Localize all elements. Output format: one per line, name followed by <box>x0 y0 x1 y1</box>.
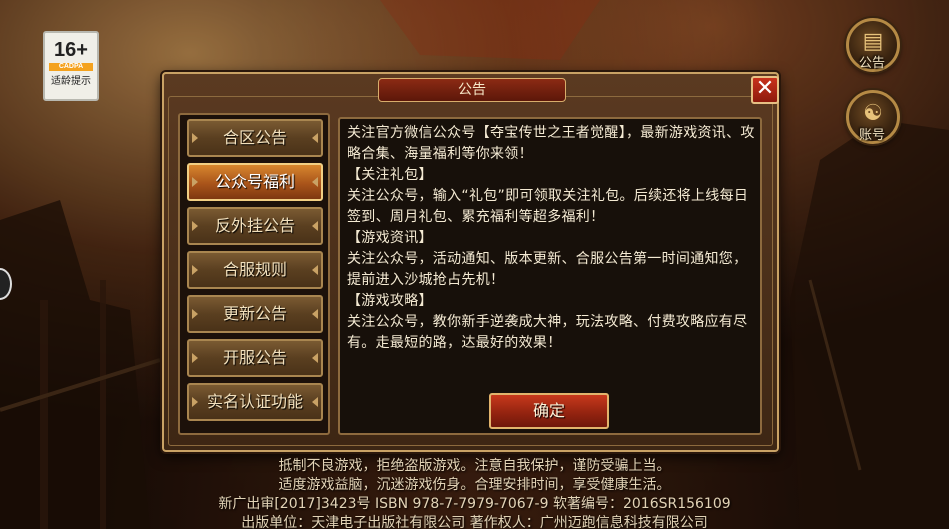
confirm-button[interactable]: 确定 <box>489 393 609 429</box>
content-heading: 【游戏攻略】 <box>347 293 433 309</box>
notice-button-label: 公告 <box>858 56 885 71</box>
tab-anti-cheat-notice[interactable]: 反外挂公告 <box>187 207 323 245</box>
dialog-title: 公告 <box>378 78 566 102</box>
edge-float-icon[interactable] <box>0 268 12 300</box>
footer-line: 出版单位：天津电子出版社有限公司 著作权人：广州迈跑信息科技有限公司 <box>241 515 708 529</box>
content-paragraph: 关注公众号，输入“礼包”即可领取关注礼包。后续还将上线每日签到、周月礼包、累充福… <box>347 188 749 225</box>
tab-list: 合区公告 公众号福利 反外挂公告 合服规则 更新公告 开服公告 实名认证功能 <box>178 113 330 435</box>
tab-update-notice[interactable]: 更新公告 <box>187 295 323 333</box>
content-paragraph: 关注官方微信公众号【夺宝传世之王者觉醒】，最新游戏资讯、攻略合集、海量福利等你来… <box>347 125 755 162</box>
content-heading: 【游戏资讯】 <box>347 230 433 246</box>
announcement-content: 关注官方微信公众号【夺宝传世之王者觉醒】，最新游戏资讯、攻略合集、海量福利等你来… <box>347 123 757 354</box>
account-button-label: 账号 <box>858 128 885 143</box>
footer-line: 适度游戏益脑，沉迷游戏伤身。合理安排时间，享受健康生活。 <box>278 477 671 493</box>
age-rating-tip: 适龄提示 <box>51 76 91 87</box>
close-button[interactable]: ✕ <box>751 76 779 104</box>
content-heading: 【关注礼包】 <box>347 167 433 183</box>
account-icon: ☯ <box>863 101 883 126</box>
legal-footer: 抵制不良游戏，拒绝盗版游戏。注意自我保护，谨防受骗上当。 适度游戏益脑，沉迷游戏… <box>0 457 949 529</box>
tab-server-open-notice[interactable]: 开服公告 <box>187 339 323 377</box>
tab-official-account-benefits[interactable]: 公众号福利 <box>187 163 323 201</box>
age-rating-badge: 16+ CADPA 适龄提示 <box>43 31 99 101</box>
tab-merge-rules[interactable]: 合服规则 <box>187 251 323 289</box>
footer-line: 抵制不良游戏，拒绝盗版游戏。注意自我保护，谨防受骗上当。 <box>278 458 671 474</box>
tab-real-name-verification[interactable]: 实名认证功能 <box>187 383 323 421</box>
age-rating-org: CADPA <box>49 63 93 71</box>
tab-merge-notice[interactable]: 合区公告 <box>187 119 323 157</box>
announcement-dialog: 公告 ✕ 合区公告 公众号福利 反外挂公告 合服规则 更新公告 开服公告 实名认… <box>162 72 779 452</box>
content-panel: 关注官方微信公众号【夺宝传世之王者觉醒】，最新游戏资讯、攻略合集、海量福利等你来… <box>338 117 762 435</box>
content-paragraph: 关注公众号，教你新手逆袭成大神，玩法攻略、付费攻略应有尽有。走最短的路，达最好的… <box>347 314 748 351</box>
content-paragraph: 关注公众号，活动通知、版本更新、合服公告第一时间通知您，提前进入沙城抢占先机！ <box>347 251 748 288</box>
footer-line: 新广出审[2017]3423号 ISBN 978-7-7979-7067-9 软… <box>218 496 731 512</box>
age-rating-number: 16+ <box>54 39 88 61</box>
scroll-icon: ▤ <box>862 29 884 54</box>
